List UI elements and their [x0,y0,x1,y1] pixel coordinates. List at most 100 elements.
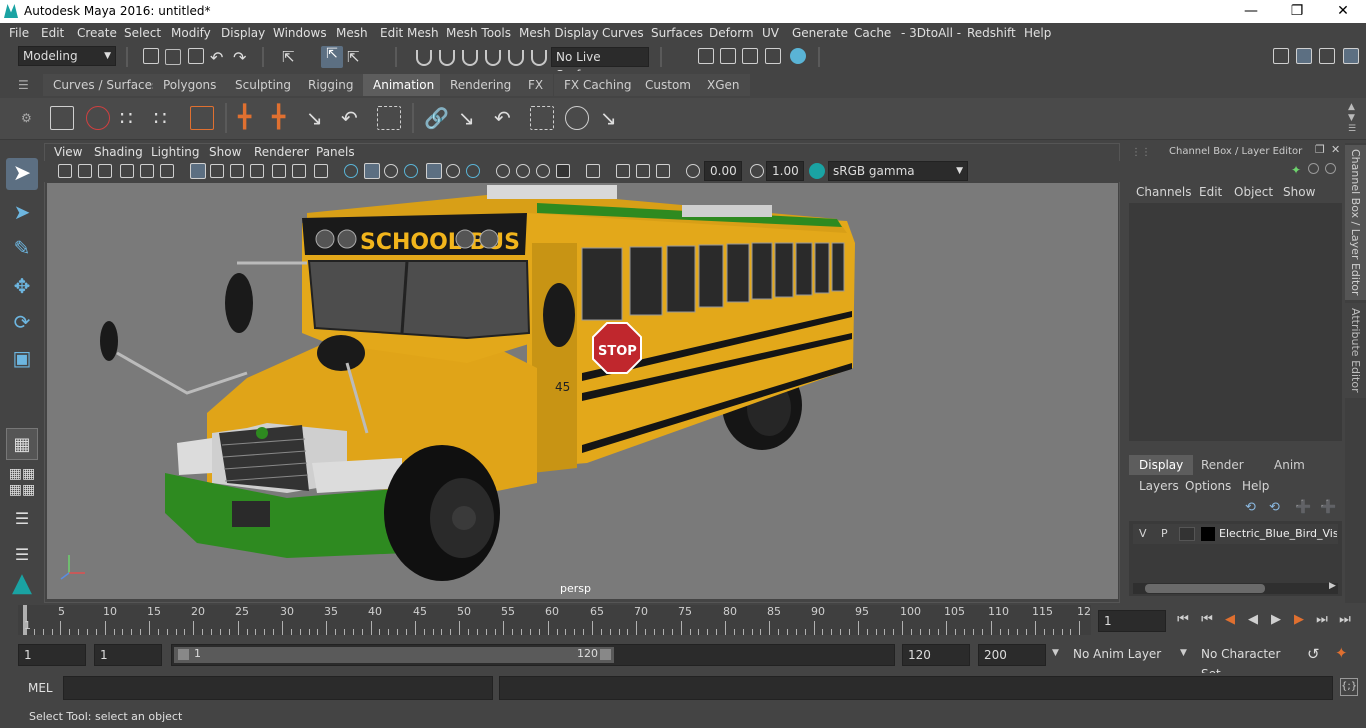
set-key-icon[interactable]: ╋ [238,106,262,130]
menu-redshift[interactable]: Redshift [967,26,1016,40]
wireframe-on-shaded-icon[interactable] [250,164,264,178]
menu-generate[interactable]: Generate [792,26,848,40]
save-scene-icon[interactable] [188,48,204,64]
edit-menu[interactable]: Edit [1199,185,1222,199]
film-gate-icon[interactable] [140,164,154,178]
viewport-menu-renderer[interactable]: Renderer [254,145,309,159]
lasso-tool-icon[interactable]: ➤ [6,196,38,228]
move-tool-icon[interactable]: ✥ [6,270,38,302]
menu-uv[interactable]: UV [762,26,779,40]
snap-curve-icon[interactable] [439,50,455,66]
show-menu[interactable]: Show [1283,185,1315,199]
new-scene-icon[interactable] [143,48,159,64]
minimize-icon[interactable]: — [1228,0,1274,23]
tab-display[interactable]: Display [1129,455,1194,475]
tab-anim[interactable]: Anim [1264,455,1315,475]
viewport-menu-panels[interactable]: Panels [316,145,355,159]
options-menu[interactable]: Options [1185,479,1231,493]
color-space-dropdown[interactable]: sRGB gamma ▼ [828,161,968,181]
default-material-icon[interactable] [230,164,244,178]
current-frame-field[interactable]: 1 [1098,610,1166,632]
layer-visibility-toggle[interactable]: V [1139,527,1147,540]
menu-cache[interactable]: Cache [854,26,891,40]
viewport-menu-shading[interactable]: Shading [94,145,143,159]
viewport-menu-lighting[interactable]: Lighting [151,145,200,159]
hypershade-icon[interactable] [790,48,806,64]
checker-icon[interactable] [426,163,442,179]
maximize-icon[interactable]: ❐ [1274,0,1320,23]
joint-tool-icon[interactable]: ↘ [306,106,330,130]
command-input[interactable] [63,676,493,700]
four-view-layout-icon[interactable]: ▦▦ ▦▦ [6,466,38,498]
axis-icon[interactable]: ✦ [1291,163,1301,177]
anim-layer-field[interactable]: No Anim Layer [1068,644,1176,666]
open-scene-icon[interactable] [165,49,181,65]
range-end-handle[interactable] [600,649,611,660]
scrollbar-thumb[interactable] [1145,584,1265,593]
snap-magnet-icon[interactable] [531,50,547,66]
tab-custom[interactable]: Custom [635,74,701,96]
workspace-icon[interactable] [1273,48,1289,64]
menu-3dtoall[interactable]: - 3DtoAll - [901,26,961,40]
shadows-icon[interactable] [384,164,398,178]
menu-mesh[interactable]: Mesh [336,26,368,40]
close-icon[interactable]: ✕ [1320,0,1366,23]
tab-fx-caching[interactable]: FX Caching [554,74,642,96]
tab-channel-box-layer-editor[interactable]: Channel Box / Layer Editor [1345,145,1366,300]
orient-constraint-icon[interactable]: ↶ [494,106,518,130]
play-backwards-icon[interactable]: ◀ [1244,611,1262,629]
bake-simulation-icon[interactable] [190,106,214,130]
rotate-tool-icon[interactable]: ⟳ [6,306,38,338]
command-language-toggle[interactable]: MEL [28,681,53,695]
shelf-scroll-icon[interactable]: ▲ ▼ ☰ [1348,102,1356,135]
move-layer-up-icon[interactable]: ⟲ [1245,500,1256,515]
exposure-icon[interactable] [686,164,700,178]
menu-deform[interactable]: Deform [709,26,754,40]
xray-icon[interactable] [292,164,306,178]
move-layer-down-icon[interactable]: ⟲ [1269,500,1280,515]
playback-start-field[interactable]: 1 [94,644,162,666]
render-settings-icon[interactable] [765,48,781,64]
time-ruler[interactable]: 1 5 10 15 20 25 30 35 40 45 50 55 60 65 … [18,605,1091,635]
viewport-menu-show[interactable]: Show [209,145,241,159]
breakdown-key-icon[interactable]: ╋ [272,106,296,130]
hud-icon[interactable] [656,164,670,178]
xray-joints-icon[interactable] [314,164,328,178]
render-frame-icon[interactable] [720,48,736,64]
gamma-field[interactable]: 1.00 [766,161,804,181]
select-hierarchy-icon[interactable]: ⇱ [282,48,298,66]
tab-render[interactable]: Render [1191,455,1254,475]
menu-help[interactable]: Help [1024,26,1051,40]
menu-file[interactable]: File [9,26,29,40]
ghost-icon[interactable]: ∷ [154,106,178,130]
range-slider-bar[interactable]: 1 120 [174,647,614,663]
select-camera-icon[interactable] [586,164,600,178]
scene-end-field[interactable]: 200 [978,644,1046,666]
layer-row[interactable]: V P Electric_Blue_Bird_Visio [1133,524,1338,544]
chevron-down-icon[interactable]: ▼ [1052,648,1059,658]
wireframe-icon[interactable] [190,163,206,179]
layer-playback-toggle[interactable]: P [1161,527,1168,540]
grip-icon[interactable]: ⋮⋮ [1131,147,1151,158]
snap-live-icon[interactable] [508,50,524,66]
go-to-end-icon[interactable]: ⏭ [1336,611,1354,629]
layer-name[interactable]: Electric_Blue_Bird_Visio [1219,527,1337,540]
menu-display[interactable]: Display [221,26,265,40]
select-tool-icon[interactable]: ➤ [6,158,38,190]
ik-handle-icon[interactable]: ↶ [341,106,365,130]
snap-point-icon[interactable] [462,50,478,66]
motion-trail-icon[interactable]: ∷ [120,106,144,130]
radio-icon[interactable] [1325,163,1336,174]
use-all-lights-icon[interactable] [364,163,380,179]
resolution-gate-icon[interactable] [160,164,174,178]
step-back-frame-icon[interactable]: ◀ [1221,611,1239,629]
step-back-key-icon[interactable]: ⏮ [1198,611,1216,629]
depth-of-field-icon[interactable] [516,164,530,178]
range-start-handle[interactable] [178,649,189,660]
shelf-menu-icon[interactable]: ☰ [18,78,29,92]
toggle-channel-box-icon[interactable] [1343,48,1359,64]
tab-animation[interactable]: Animation [363,74,445,96]
viewport-menu-view[interactable]: View [54,145,82,159]
mode-dropdown[interactable]: Modeling ▼ [18,46,116,66]
image-plane-icon[interactable] [98,164,112,178]
